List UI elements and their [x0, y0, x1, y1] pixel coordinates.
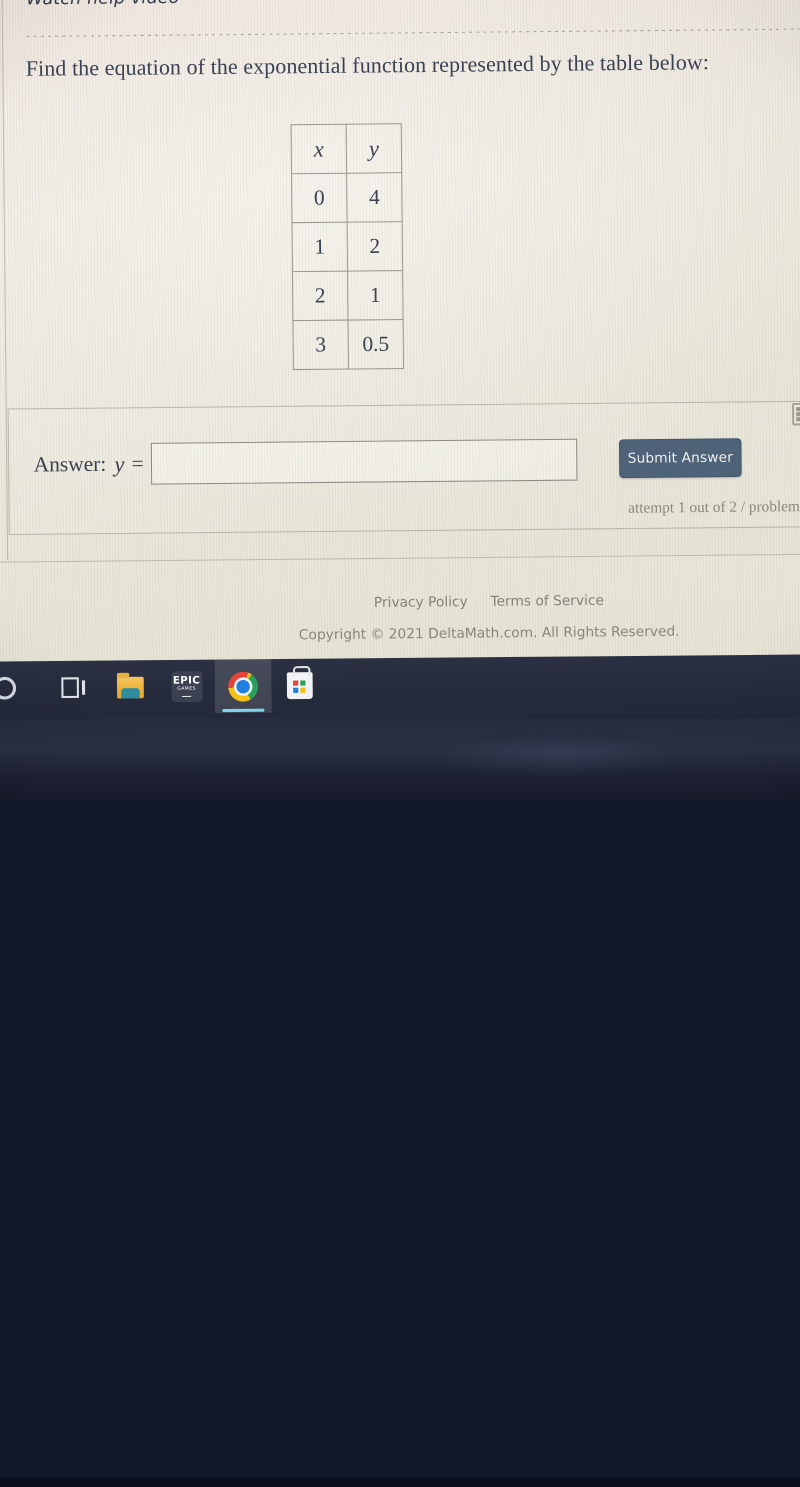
taskbar-item-task-view[interactable]: [45, 661, 102, 715]
cell-x: 2: [292, 271, 348, 321]
table-header-x: x: [291, 124, 347, 174]
submit-answer-button[interactable]: Submit Answer: [618, 438, 742, 479]
table-row: 2 1: [292, 270, 404, 321]
answer-input[interactable]: [150, 438, 578, 485]
cell-y: 1: [347, 270, 404, 321]
taskbar-items: EPIC GAMES: [0, 659, 328, 716]
bezel-reflection: [430, 735, 690, 777]
table-row: 1 2: [291, 221, 403, 272]
taskbar-item-chrome[interactable]: [214, 659, 272, 714]
epic-text-top: EPIC: [172, 674, 201, 687]
store-bag-icon: [286, 672, 313, 700]
screenshot-root: Watch help video Find the equation of th…: [0, 0, 800, 1487]
windows-taskbar: EPIC GAMES: [0, 654, 800, 726]
answer-row: Answer: y =: [33, 438, 578, 486]
answer-variable: y: [114, 450, 125, 477]
cell-y: 2: [347, 221, 403, 272]
cortana-circle-icon: [0, 676, 16, 700]
cell-x: 3: [292, 320, 349, 370]
table-row: 3 0.5: [292, 319, 404, 370]
epic-text-bottom: GAMES: [177, 686, 196, 693]
copyright-text: Copyright © 2021 DeltaMath.com. All Righ…: [298, 623, 680, 644]
table-header-y: y: [346, 123, 402, 174]
footer-copyright: Copyright © 2021 DeltaMath.com. All Righ…: [0, 622, 800, 646]
cell-y: 4: [346, 172, 403, 223]
answer-label: Answer:: [33, 451, 107, 477]
terms-of-service-link[interactable]: Terms of Service: [490, 593, 604, 610]
taskbar-item-microsoft-store[interactable]: [271, 659, 328, 713]
footer-links: Privacy Policy Terms of Service: [0, 591, 800, 615]
answer-panel: Answer: y = Submit Answer attempt 1 out …: [7, 400, 800, 535]
cell-x: 1: [291, 222, 348, 272]
cell-y: 0.5: [347, 319, 404, 370]
footer-divider: [0, 553, 800, 563]
xy-value-table: x y 0 4 1 2 2 1 3 0.5: [291, 123, 405, 370]
taskbar-item-cortana[interactable]: [0, 661, 45, 715]
calculator-keypad-icon[interactable]: [792, 402, 800, 426]
answer-equals-sign: =: [131, 451, 144, 476]
epic-underline: [181, 695, 192, 698]
watch-help-video-link[interactable]: Watch help video: [26, 0, 179, 9]
cell-x: 0: [291, 173, 348, 223]
bezel-shadow-strip: [0, 1478, 800, 1487]
taskbar-item-file-explorer[interactable]: [101, 660, 158, 714]
problem-prompt: Find the equation of the exponential fun…: [25, 49, 710, 81]
privacy-policy-link[interactable]: Privacy Policy: [374, 594, 468, 611]
attempt-status-text: attempt 1 out of 2 / problem 1: [628, 498, 800, 517]
table-header-row: x y: [291, 123, 402, 174]
taskbar-item-epic-games[interactable]: EPIC GAMES: [158, 660, 215, 714]
content-card-left-rule: [1, 0, 9, 560]
deltamath-page: Watch help video Find the equation of th…: [0, 0, 800, 674]
task-view-icon: [60, 677, 86, 699]
chrome-icon: [228, 671, 259, 702]
section-divider: [26, 28, 800, 38]
table-row: 0 4: [291, 172, 403, 223]
epic-games-icon: EPIC GAMES: [170, 671, 203, 703]
folder-icon: [116, 676, 144, 699]
